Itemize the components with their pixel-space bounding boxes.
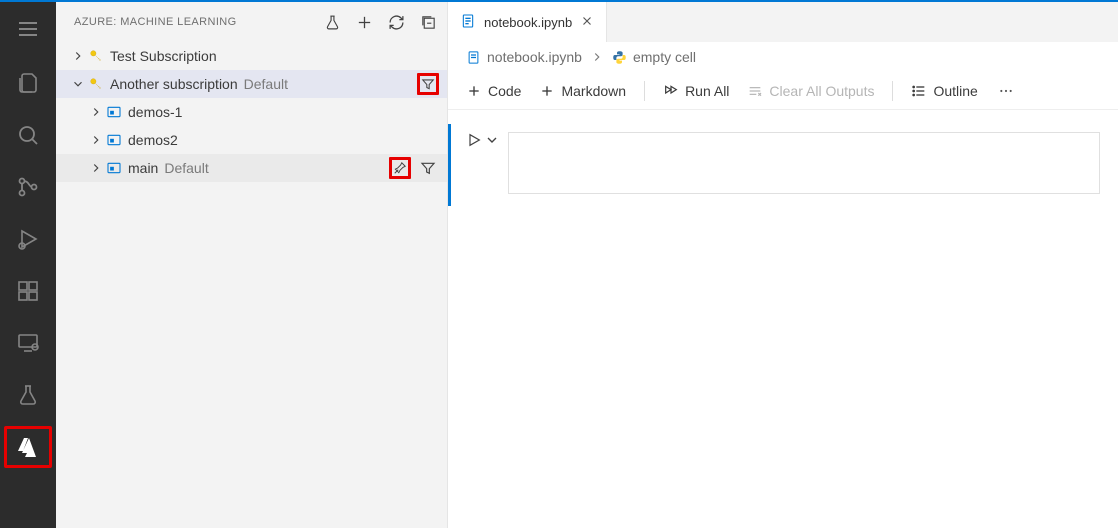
- chevron-right-icon: [590, 50, 604, 64]
- workspace-suffix: Default: [164, 160, 208, 176]
- clear-icon: [747, 83, 763, 99]
- add-code-label: Code: [488, 83, 521, 99]
- chevron-right-icon: [88, 161, 104, 175]
- clear-outputs-button[interactable]: Clear All Outputs: [747, 83, 874, 99]
- panel-title: AZURE: MACHINE LEARNING: [74, 16, 323, 28]
- more-actions-button[interactable]: [998, 83, 1014, 99]
- azure-ml-panel: AZURE: MACHINE LEARNING Test Subscriptio…: [56, 2, 448, 528]
- run-cell-button[interactable]: [466, 132, 482, 151]
- notebook-cell[interactable]: [466, 132, 1100, 194]
- azure-icon[interactable]: [4, 426, 52, 468]
- tab-label: notebook.ipynb: [484, 15, 572, 30]
- subscription-label: Test Subscription: [110, 48, 217, 64]
- add-code-button[interactable]: Code: [466, 83, 521, 99]
- collapse-all-icon[interactable]: [419, 13, 437, 31]
- source-control-icon[interactable]: [4, 166, 52, 208]
- subscription-suffix: Default: [244, 76, 288, 92]
- key-icon: [86, 48, 106, 64]
- close-icon[interactable]: [580, 14, 594, 31]
- beaker-action-icon[interactable]: [323, 13, 341, 31]
- cell-gutter: [466, 132, 496, 151]
- breadcrumb-file-label: notebook.ipynb: [487, 49, 582, 65]
- toolbar-separator: [644, 81, 645, 101]
- refresh-icon[interactable]: [387, 13, 405, 31]
- workspace-icon: [104, 104, 124, 120]
- subscription-tree: Test Subscription Another subscription D…: [56, 42, 447, 182]
- workspace-item-main[interactable]: main Default: [56, 154, 447, 182]
- workspace-item-demos-1[interactable]: demos-1: [56, 98, 447, 126]
- run-debug-icon[interactable]: [4, 218, 52, 260]
- add-icon[interactable]: [355, 13, 373, 31]
- run-all-button[interactable]: Run All: [663, 83, 729, 99]
- subscription-label: Another subscription: [110, 76, 238, 92]
- notebook-file-icon: [460, 13, 476, 32]
- filter-icon[interactable]: [417, 73, 439, 95]
- filter-icon[interactable]: [417, 157, 439, 179]
- add-markdown-label: Markdown: [561, 83, 626, 99]
- key-icon: [86, 76, 106, 92]
- workspace-icon: [104, 132, 124, 148]
- pin-icon[interactable]: [389, 157, 411, 179]
- extensions-icon[interactable]: [4, 270, 52, 312]
- search-icon[interactable]: [4, 114, 52, 156]
- chevron-down-icon: [70, 77, 86, 91]
- notebook-body: [448, 110, 1118, 528]
- workspace-icon: [104, 160, 124, 176]
- workspace-label: demos2: [128, 132, 178, 148]
- editor-tabs: notebook.ipynb: [448, 2, 1118, 42]
- toolbar-separator: [892, 81, 893, 101]
- menu-icon[interactable]: [4, 8, 52, 50]
- clear-outputs-label: Clear All Outputs: [769, 83, 874, 99]
- breadcrumb-cell[interactable]: empty cell: [612, 49, 696, 65]
- workspace-label: demos-1: [128, 104, 182, 120]
- chevron-right-icon: [88, 105, 104, 119]
- notebook-file-icon: [466, 50, 481, 65]
- subscription-item-test[interactable]: Test Subscription: [56, 42, 447, 70]
- explorer-icon[interactable]: [4, 62, 52, 104]
- ellipsis-icon: [998, 83, 1014, 99]
- outline-button[interactable]: Outline: [911, 83, 977, 99]
- run-all-icon: [663, 83, 679, 99]
- subscription-item-another[interactable]: Another subscription Default: [56, 70, 447, 98]
- plus-icon: [466, 83, 482, 99]
- activity-bar: [0, 2, 56, 528]
- editor-area: notebook.ipynb notebook.ipynb empty cell…: [448, 2, 1118, 528]
- workspace-label: main: [128, 160, 158, 176]
- chevron-right-icon: [88, 133, 104, 147]
- beaker-icon[interactable]: [4, 374, 52, 416]
- add-markdown-button[interactable]: Markdown: [539, 83, 626, 99]
- notebook-toolbar: Code Markdown Run All Clear All Outputs …: [448, 72, 1118, 110]
- cell-input[interactable]: [508, 132, 1100, 194]
- plus-icon: [539, 83, 555, 99]
- panel-header: AZURE: MACHINE LEARNING: [56, 2, 447, 42]
- run-all-label: Run All: [685, 83, 729, 99]
- chevron-down-icon[interactable]: [484, 132, 500, 151]
- outline-label: Outline: [933, 83, 977, 99]
- breadcrumb-file[interactable]: notebook.ipynb: [466, 49, 582, 65]
- breadcrumb: notebook.ipynb empty cell: [448, 42, 1118, 72]
- cell-focus-indicator: [448, 124, 451, 206]
- tab-notebook[interactable]: notebook.ipynb: [448, 2, 607, 42]
- breadcrumb-cell-label: empty cell: [633, 49, 696, 65]
- remote-explorer-icon[interactable]: [4, 322, 52, 364]
- chevron-right-icon: [70, 49, 86, 63]
- panel-actions: [323, 13, 437, 31]
- python-icon: [612, 50, 627, 65]
- outline-icon: [911, 83, 927, 99]
- main-layout: AZURE: MACHINE LEARNING Test Subscriptio…: [0, 2, 1118, 528]
- workspace-item-demos2[interactable]: demos2: [56, 126, 447, 154]
